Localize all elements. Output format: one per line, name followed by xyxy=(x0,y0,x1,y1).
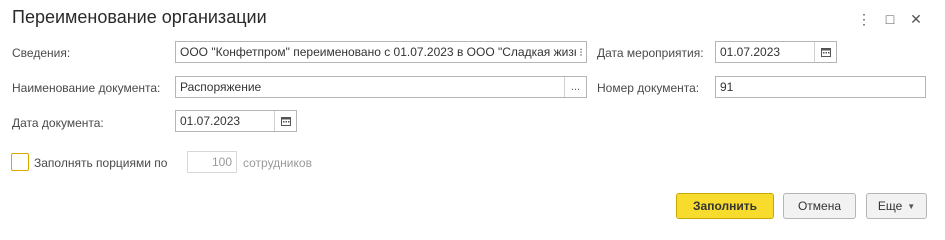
maximize-icon[interactable]: □ xyxy=(877,9,903,29)
info-label: Сведения: xyxy=(12,46,71,60)
more-button[interactable]: Еще ▼ xyxy=(866,193,927,219)
doc-date-field[interactable]: 01.07.2023 xyxy=(175,110,297,132)
more-button-label: Еще xyxy=(877,199,903,213)
doc-date-value: 01.07.2023 xyxy=(180,114,241,128)
info-more-icon[interactable]: ⁝ xyxy=(576,42,586,62)
fill-button[interactable]: Заполнить xyxy=(676,193,774,219)
page-title: Переименование организации xyxy=(12,7,267,27)
info-field[interactable]: ООО "Конфетпром" переименовано с 01.07.2… xyxy=(175,41,587,63)
doc-name-label: Наименование документа: xyxy=(12,81,161,95)
doc-number-value: 91 xyxy=(720,80,734,94)
doc-name-value: Распоряжение xyxy=(180,80,262,94)
window-controls: ⋮ □ ✕ xyxy=(851,9,929,29)
close-icon[interactable]: ✕ xyxy=(903,9,929,29)
doc-number-field[interactable]: 91 xyxy=(715,76,926,98)
event-date-value: 01.07.2023 xyxy=(720,45,781,59)
portions-label[interactable]: Заполнять порциями по xyxy=(34,155,167,171)
portions-suffix: сотрудников xyxy=(243,156,312,170)
chevron-down-icon: ▼ xyxy=(907,201,916,211)
more-menu-icon[interactable]: ⋮ xyxy=(851,9,877,29)
calendar-icon[interactable] xyxy=(274,111,296,131)
calendar-icon[interactable] xyxy=(814,42,836,62)
cancel-button[interactable]: Отмена xyxy=(783,193,856,219)
doc-name-field[interactable]: Распоряжение ... xyxy=(175,76,587,98)
portions-checkbox[interactable] xyxy=(11,153,29,171)
portions-field: 100 xyxy=(187,151,237,173)
doc-number-label: Номер документа: xyxy=(597,81,700,95)
portions-value: 100 xyxy=(211,155,232,169)
info-value: ООО "Конфетпром" переименовано с 01.07.2… xyxy=(180,45,576,59)
doc-date-label: Дата документа: xyxy=(12,116,104,130)
event-date-label: Дата мероприятия: xyxy=(597,46,704,60)
select-button[interactable]: ... xyxy=(564,77,586,97)
event-date-field[interactable]: 01.07.2023 xyxy=(715,41,837,63)
